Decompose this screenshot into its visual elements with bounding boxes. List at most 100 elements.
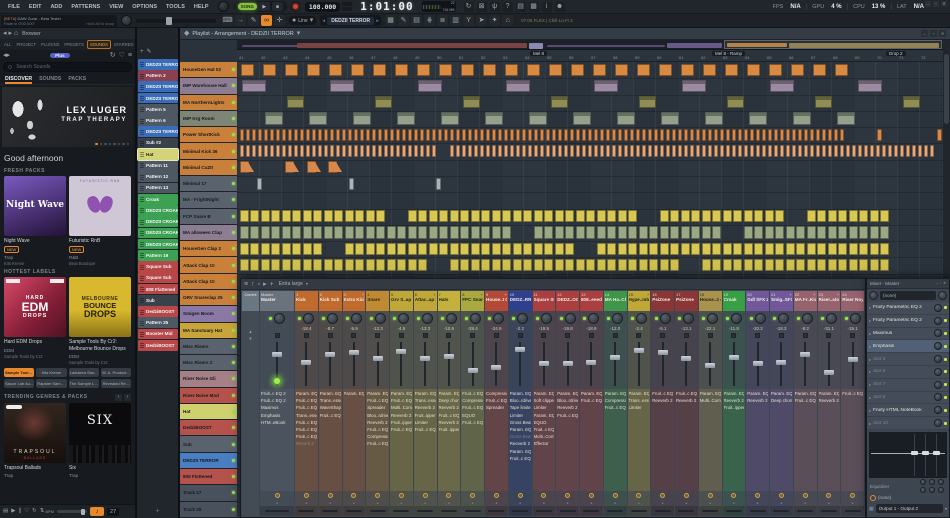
- plugin-entry[interactable]: Bloo..rdrive: [367, 412, 388, 419]
- pause-icon[interactable]: ∥: [18, 508, 21, 515]
- clip[interactable]: [615, 63, 628, 76]
- plugin-entry[interactable]: Reeverb 2: [557, 404, 578, 411]
- clip[interactable]: [846, 144, 850, 158]
- track-name-cell[interactable]: HouseGen Hat 02: [180, 62, 237, 79]
- clip[interactable]: [888, 144, 892, 158]
- plugin-entry[interactable]: Param. EQ 2: [320, 390, 341, 397]
- clip[interactable]: [588, 128, 592, 141]
- clip[interactable]: [240, 226, 249, 239]
- clip[interactable]: [780, 144, 784, 158]
- plugin-entry[interactable]: Reeverb 2: [415, 404, 436, 411]
- clip[interactable]: [618, 226, 627, 239]
- clip[interactable]: [756, 144, 760, 158]
- fx-enable-bulb-icon[interactable]: [493, 493, 499, 498]
- track-name-cell[interactable]: Misc Risers 2: [180, 355, 237, 372]
- clip[interactable]: [678, 128, 682, 141]
- slot-mix-knob[interactable]: [934, 303, 942, 312]
- scroll-left-icon[interactable]: ‹: [115, 393, 122, 401]
- clip[interactable]: [702, 210, 711, 223]
- send-slot[interactable]: [461, 506, 484, 516]
- clip[interactable]: [817, 226, 826, 239]
- slot-mix-knob[interactable]: [934, 419, 942, 428]
- clip[interactable]: [607, 226, 616, 239]
- plugin-entry[interactable]: Compressor: [367, 433, 388, 440]
- volume-fader[interactable]: [533, 340, 556, 388]
- clip[interactable]: [565, 258, 574, 272]
- fx-enable-bulb-icon[interactable]: [683, 493, 689, 498]
- pan-knob[interactable]: [374, 313, 386, 324]
- plugin-entry[interactable]: EQUO: [462, 412, 483, 419]
- send-slot[interactable]: [698, 506, 722, 516]
- clip[interactable]: [849, 226, 858, 239]
- shop-icon[interactable]: ⌂: [502, 15, 514, 26]
- fader-handle[interactable]: [562, 360, 573, 366]
- browser-tab-sounds[interactable]: SOUNDS: [86, 40, 111, 49]
- plugin-entry[interactable]: Param. EQ 2: [747, 390, 768, 397]
- clip[interactable]: [351, 63, 364, 76]
- strip-header[interactable]: 1 Kick: [295, 291, 318, 311]
- clip[interactable]: [630, 144, 634, 158]
- clip[interactable]: [727, 96, 744, 109]
- forward-icon[interactable]: ▸: [7, 52, 11, 59]
- clip[interactable]: [420, 144, 424, 158]
- volume-fader[interactable]: [260, 340, 294, 388]
- clip[interactable]: [877, 128, 882, 141]
- pack-card[interactable]: MELBOURNE BOUNCE DROPS Sample Tools By Cr2:…: [69, 277, 131, 365]
- clip[interactable]: [307, 63, 320, 76]
- browser-tab-plugins[interactable]: PLUGINS: [39, 41, 61, 48]
- clip[interactable]: [408, 128, 412, 141]
- clip[interactable]: [318, 128, 322, 141]
- clip[interactable]: [714, 128, 718, 141]
- clip[interactable]: [463, 96, 480, 109]
- fader-handle[interactable]: [705, 362, 716, 368]
- volume-fader[interactable]: [628, 340, 651, 388]
- slider-handle[interactable]: [81, 508, 86, 515]
- plugin-entry[interactable]: Fruit..ipper: [439, 426, 460, 433]
- plugin-entry[interactable]: Param. EQ 2: [819, 390, 840, 397]
- pan-knob[interactable]: [327, 313, 339, 324]
- pattern-item[interactable]: DEDZII TERROR: [138, 126, 178, 138]
- pattern-item[interactable]: Pattern 5: [138, 103, 178, 115]
- fx-enable-bulb-icon[interactable]: [375, 493, 381, 498]
- plugin-entry[interactable]: Fruit..c EQ 2: [605, 404, 626, 411]
- clip[interactable]: [287, 96, 304, 109]
- slider-handle[interactable]: [166, 16, 173, 25]
- clip[interactable]: [282, 144, 286, 158]
- rack-slot[interactable]: ▸ Emphasis: [867, 340, 949, 354]
- clip[interactable]: [552, 128, 556, 141]
- stereo-checkbox[interactable]: [398, 333, 404, 338]
- clip[interactable]: [252, 144, 256, 158]
- clip[interactable]: [756, 128, 760, 141]
- clip[interactable]: [534, 128, 538, 141]
- clip[interactable]: [654, 144, 658, 158]
- plugin-entry[interactable]: Fruit..c EQ 2: [296, 433, 317, 440]
- clip[interactable]: [628, 242, 637, 255]
- master-eq-graph[interactable]: [869, 431, 947, 478]
- clip[interactable]: [786, 242, 795, 255]
- clip[interactable]: [474, 128, 478, 141]
- clip[interactable]: [372, 144, 376, 158]
- clip[interactable]: [880, 226, 889, 239]
- clip[interactable]: [306, 128, 310, 141]
- stereo-checkbox[interactable]: [493, 333, 499, 338]
- mixer-strip[interactable]: 22+MA Fr..Kick-8.2Param. EQ 2Fruit..c EQ…: [793, 291, 817, 516]
- send-slot[interactable]: [437, 506, 461, 516]
- menu-item-add[interactable]: ADD: [46, 2, 66, 12]
- clip[interactable]: [840, 128, 844, 141]
- clip[interactable]: [353, 112, 371, 125]
- eq-band-knob[interactable]: [938, 478, 944, 485]
- bpm-control[interactable]: ⇅ BPM: [40, 508, 54, 515]
- clip[interactable]: [775, 210, 784, 223]
- clip[interactable]: [330, 144, 334, 158]
- browser-tab-project[interactable]: PROJECT: [14, 41, 38, 48]
- plugin-entry[interactable]: Compressor: [462, 397, 483, 404]
- plugin-entry[interactable]: Param. EQ 2: [605, 390, 626, 397]
- clip[interactable]: [282, 226, 291, 239]
- clip[interactable]: [817, 210, 826, 223]
- help-icon[interactable]: ?: [502, 1, 513, 12]
- plugin-entry[interactable]: Deep chorus: [771, 397, 792, 404]
- mixer-strip[interactable]: 17PsiZone-13.1Fruit..c EQ 2Reeverb 2▴: [675, 291, 698, 516]
- clip[interactable]: [747, 63, 760, 76]
- clip[interactable]: [852, 144, 856, 158]
- pattern-item[interactable]: 808 Flattened: [138, 283, 178, 295]
